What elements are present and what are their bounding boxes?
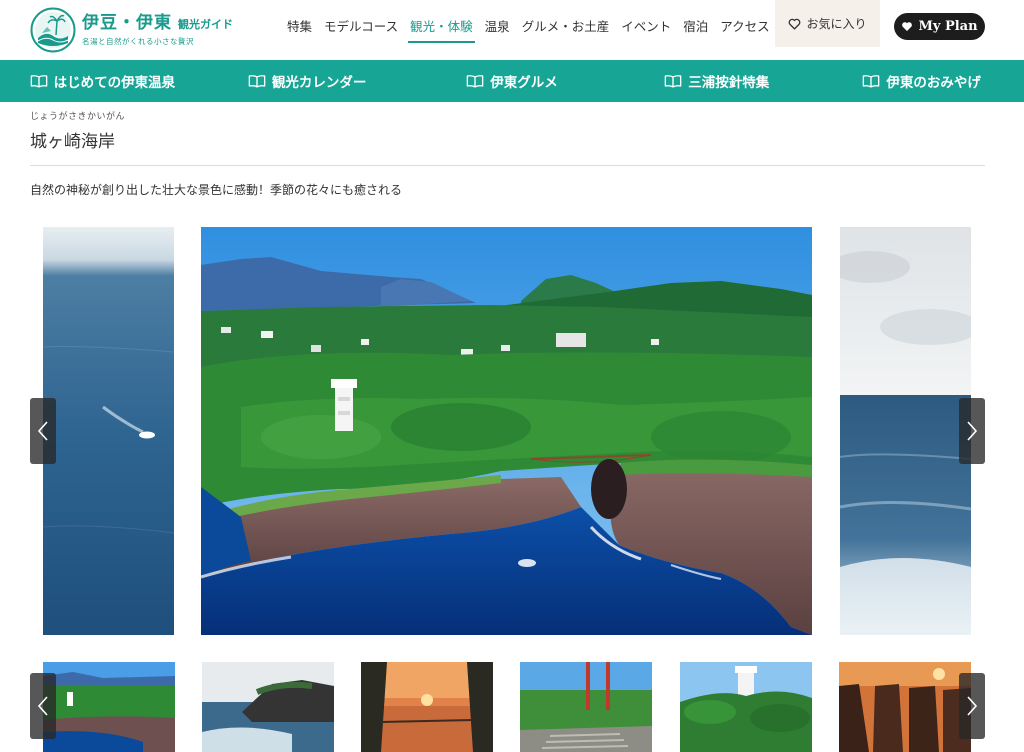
favorites-button[interactable]: お気に入り [775, 0, 880, 47]
slide-next-photo[interactable] [840, 227, 971, 635]
subnav-label: 伊東のおみやげ [886, 75, 981, 91]
subnav-item-first-time[interactable]: はじめての伊東温泉 [0, 60, 205, 102]
logo-title: 伊豆・伊東 [82, 12, 172, 33]
nav-item-features[interactable]: 特集 [281, 0, 318, 60]
nav-item-onsen[interactable]: 温泉 [479, 0, 516, 60]
my-plan-label: My Plan [918, 19, 978, 34]
page-title: 城ヶ崎海岸 [30, 132, 115, 152]
sea-aerial-photo [43, 227, 174, 635]
slider-next-button[interactable] [959, 398, 985, 464]
ocean-waves-photo [840, 227, 971, 635]
heart-filled-icon [902, 22, 913, 31]
thumbnail-sunset-cliffs[interactable] [839, 662, 971, 752]
title-divider [30, 165, 985, 166]
subnav-item-souvenirs[interactable]: 伊東のおみやげ [819, 60, 1024, 102]
slide-current-photo[interactable] [201, 227, 812, 635]
nav-item-events[interactable]: イベント [615, 0, 677, 60]
site-header: 伊豆・伊東 観光ガイド 名湯と自然がくれる小さな贅沢 特集 モデルコース 観光・… [0, 0, 1024, 60]
thumbnail-rocky-shore[interactable] [202, 662, 334, 752]
my-plan-button[interactable]: My Plan [894, 13, 985, 40]
slide-previous-photo[interactable] [43, 227, 174, 635]
nav-item-stay[interactable]: 宿泊 [677, 0, 714, 60]
thumbnail-sunrise-bridge[interactable] [361, 662, 493, 752]
nav-item-model-course[interactable]: モデルコース [318, 0, 404, 60]
logo-subtitle: 観光ガイド [178, 17, 233, 31]
thumbnail-strip [0, 662, 1024, 752]
subnav-item-miura-anjin[interactable]: 三浦按針特集 [614, 60, 819, 102]
subnav-label: 三浦按針特集 [688, 75, 770, 91]
chevron-right-icon [967, 696, 978, 716]
book-icon [863, 75, 880, 88]
feature-navigation: はじめての伊東温泉 観光カレンダー 伊東グルメ 三浦按針特集 伊東のおみやげ [0, 60, 1024, 102]
book-icon [248, 75, 266, 88]
book-icon [30, 75, 47, 88]
logo-tagline: 名湯と自然がくれる小さな贅沢 [82, 36, 194, 46]
slider-prev-button[interactable] [30, 398, 56, 464]
nav-item-access[interactable]: アクセス [714, 0, 775, 60]
subnav-label: 伊東グルメ [490, 75, 558, 91]
subnav-label: はじめての伊東温泉 [53, 75, 176, 91]
subnav-item-calendar[interactable]: 観光カレンダー [205, 60, 410, 102]
thumbnail-next-button[interactable] [959, 673, 985, 739]
subnav-label: 観光カレンダー [271, 75, 367, 91]
site-logo[interactable]: 伊豆・伊東 観光ガイド 名湯と自然がくれる小さな贅沢 [30, 5, 240, 55]
photo-slider[interactable] [0, 227, 1024, 635]
thumbnail-prev-button[interactable] [30, 673, 56, 739]
page-lead: 自然の神秘が創り出した壮大な景色に感動！季節の花々にも癒される [30, 183, 403, 197]
subnav-item-gourmet[interactable]: 伊東グルメ [410, 60, 615, 102]
top-navigation: 特集 モデルコース 観光・体験 温泉 グルメ・お土産 イベント 宿泊 アクセス [281, 0, 776, 60]
page-heading: じょうがさきかいがん 城ヶ崎海岸 [30, 109, 125, 152]
book-icon [664, 75, 682, 88]
page-title-reading: じょうがさきかいがん [30, 112, 126, 122]
chevron-left-icon [37, 696, 48, 716]
chevron-right-icon [967, 421, 978, 441]
nav-item-gourmet[interactable]: グルメ・お土産 [516, 0, 616, 60]
heart-outline-icon [789, 18, 801, 30]
logo-emblem-icon [30, 7, 76, 53]
thumbnail-coast-aerial[interactable] [43, 662, 175, 752]
chevron-left-icon [37, 421, 48, 441]
favorites-label: お気に入り [806, 17, 867, 31]
thumbnail-stone-steps[interactable] [520, 662, 652, 752]
nav-item-sightseeing[interactable]: 観光・体験 [404, 0, 479, 60]
book-icon [466, 75, 484, 88]
jogasaki-coast-photo [201, 227, 812, 635]
thumbnail-lighthouse[interactable] [680, 662, 812, 752]
